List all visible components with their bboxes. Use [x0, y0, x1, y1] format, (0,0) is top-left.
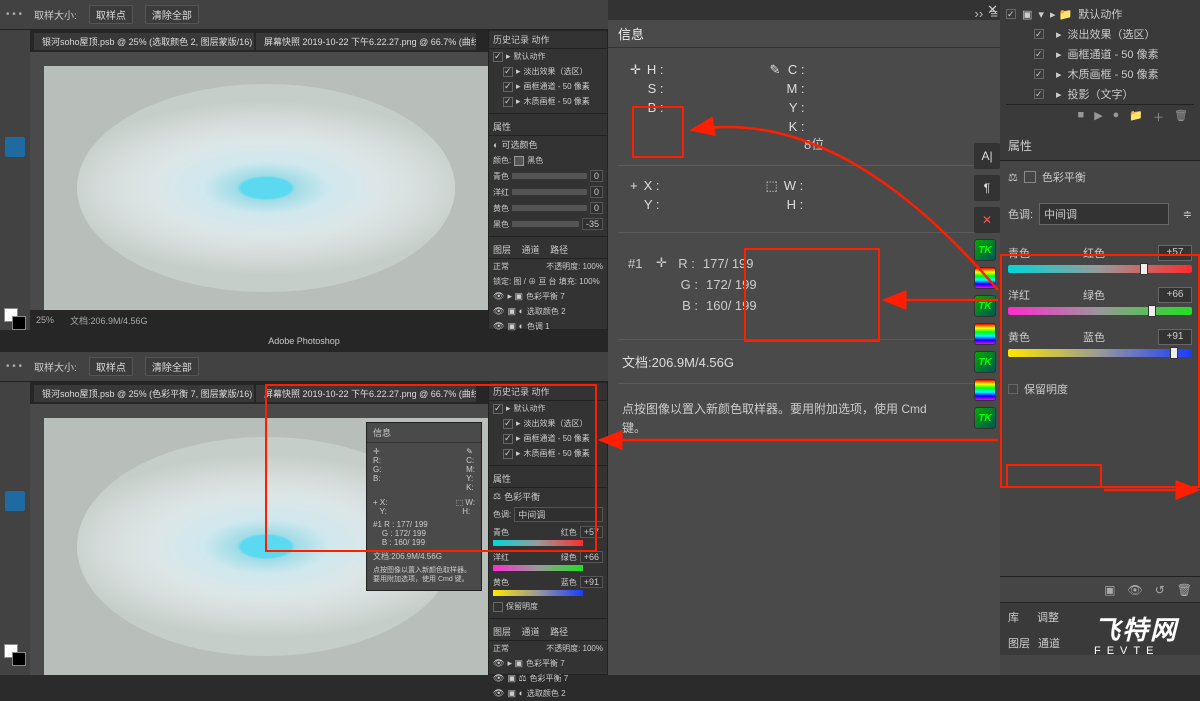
yellow-blue-slider[interactable]	[1008, 349, 1192, 357]
tk-rainbow-icon[interactable]	[974, 323, 996, 345]
left-toolbar	[0, 30, 30, 330]
library-tab[interactable]: 库	[1008, 609, 1019, 625]
actions-default[interactable]: 默认动作	[1078, 6, 1122, 22]
tk-plugin-icon[interactable]: TK	[974, 295, 996, 317]
eyedropper-icon: ✛	[630, 62, 641, 134]
tone-dropdown[interactable]: 中间调	[1039, 203, 1169, 225]
properties-column: ▣▾▸ 📁默认动作 ▸淡出效果（选区） ▸画框通道 - 50 像素 ▸木质画框 …	[1000, 0, 1200, 675]
dimensions-icon: ⬚	[766, 178, 778, 212]
tk-plugin-icon[interactable]: TK	[974, 239, 996, 261]
menu-icon[interactable]: ≡	[990, 6, 998, 21]
color-swatches[interactable]	[4, 308, 26, 330]
new-action-icon[interactable]: ＋	[1153, 109, 1164, 125]
layer-row: 👁▣ ◐选取颜色 2	[489, 686, 607, 701]
layer-row: 👁▣ ⚖色彩平衡 7	[489, 671, 607, 686]
layer-row: 👁▣ ◐色调 1	[489, 319, 607, 334]
clip-icon[interactable]: ▣	[1104, 583, 1115, 597]
properties-title: 属性	[1000, 131, 1200, 161]
slider-red-label: 红色	[1083, 245, 1105, 261]
info-hint: 点按图像以置入新颜色取样器。要用附加选项，使用 Cmd 键。	[608, 388, 948, 444]
action-fade[interactable]: 淡出效果（选区）	[1068, 26, 1156, 42]
action-wood[interactable]: 木质画框 - 50 像素	[1068, 66, 1159, 82]
trash-icon[interactable]: 🗑	[1174, 109, 1188, 125]
magenta-green-slider[interactable]	[1008, 307, 1192, 315]
canvas-bot[interactable]: 信息 ✛R:G:B: ✎C:M:Y:K: + X: Y:⬚ W: H: #1 R…	[44, 418, 488, 675]
info-panel-mini: 信息 ✛R:G:B: ✎C:M:Y:K: + X: Y:⬚ W: H: #1 R…	[366, 422, 482, 591]
balance-icon: ⚖	[1008, 171, 1018, 184]
actions-panel-header: 历史记录 动作	[489, 31, 607, 49]
stop-icon[interactable]: ■	[1078, 109, 1085, 125]
ruler-horizontal	[44, 52, 488, 66]
sample-size-label: 取样大小:	[34, 7, 77, 22]
eyedropper-icon: ✎	[770, 62, 781, 134]
preserve-luminosity-label: 保留明度	[1024, 381, 1068, 397]
sample-g-value: 172/ 199	[706, 277, 757, 292]
sample-size-dropdown[interactable]: 取样点	[89, 5, 133, 24]
type-panel-icon[interactable]: A|	[974, 143, 1000, 169]
position-icon: +	[630, 178, 638, 212]
layers-panel-header: 图层 通道 路径	[489, 241, 607, 259]
eye-icon[interactable]: 👁	[1127, 583, 1142, 597]
color-sampler-tool-icon[interactable]	[5, 137, 25, 157]
doc-tab-2[interactable]: 屏幕快照 2019-10-22 下午6.22.27.png @ 66.7% (曲…	[256, 33, 476, 50]
eyedropper-icon: ✛	[656, 255, 667, 271]
zoom-level[interactable]: 25%	[36, 315, 54, 325]
doc-size: 文档:206.9M/4.56G	[608, 344, 1006, 379]
preserve-luminosity-checkbox[interactable]	[1008, 384, 1018, 394]
left-toolbar-bot	[0, 382, 30, 675]
layer-row: 👁▸ ▣色彩平衡 7	[489, 289, 607, 304]
bit-depth: 8位	[608, 134, 1006, 153]
sample-b-value: 160/ 199	[706, 298, 757, 313]
collapse-icon[interactable]: ››	[975, 6, 984, 21]
doc-tab-1[interactable]: 银河soho屋顶.psb @ 25% (选取颜色 2, 图层蒙版/16) ...	[34, 33, 254, 50]
tk-plugin-icon[interactable]: TK	[974, 351, 996, 373]
trash-icon[interactable]: 🗑	[1177, 583, 1192, 597]
tk-rainbow-icon[interactable]	[974, 267, 996, 289]
new-folder-icon[interactable]: 📁	[1129, 109, 1143, 125]
slider-cr-value[interactable]: +57	[1158, 245, 1192, 261]
layer-row: 👁▣ ◐选取颜色 2	[489, 304, 607, 319]
ruler-vertical	[30, 52, 44, 310]
cyan-red-slider[interactable]	[1008, 265, 1192, 273]
reset-icon[interactable]: ↺	[1155, 583, 1165, 597]
action-frame[interactable]: 画框通道 - 50 像素	[1068, 46, 1159, 62]
color-sampler-tool-icon[interactable]	[5, 491, 25, 511]
doc-info: 文档:206.9M/4.56G	[70, 314, 148, 327]
sample-index: #1	[628, 256, 648, 271]
canvas-top[interactable]	[44, 66, 488, 310]
close-panel-icon[interactable]: ✕	[974, 207, 1000, 233]
info-panel-title: 信息	[618, 24, 644, 43]
sample-r-value: 177/ 199	[703, 256, 754, 271]
tk-rainbow-icon[interactable]	[974, 379, 996, 401]
tk-plugin-icon[interactable]: TK	[974, 407, 996, 429]
color-sample-1: #1 ✛ R : 177/ 199 G : 172/ 199 B : 160/ …	[622, 245, 882, 329]
tone-label: 色调:	[1008, 206, 1033, 222]
paragraph-panel-icon[interactable]: ¶	[974, 175, 1000, 201]
slider-cyan-label: 青色	[1008, 245, 1030, 261]
record-icon[interactable]: ●	[1113, 109, 1120, 125]
app-title: Adobe Photoshop	[268, 336, 340, 346]
slider-mg-value[interactable]: +66	[1158, 287, 1192, 303]
info-primary-readout: ✛ H : S : B : ✎ C : M : Y : K :	[608, 48, 1006, 142]
clear-all-button[interactable]: 清除全部	[145, 5, 199, 24]
adjustment-name: 色彩平衡	[1042, 169, 1086, 185]
info-panel: ✕ 信息 ›› ≡ ✛ H : S : B : ✎ C : M : Y : K …	[608, 0, 1006, 675]
adjustments-tab[interactable]: 调整	[1037, 609, 1059, 625]
fevte-logo: 飞特网 FEVTE	[1094, 610, 1178, 657]
options-bar-top: • • • 取样大小: 取样点 清除全部	[0, 0, 608, 30]
play-icon[interactable]: ▶	[1094, 109, 1102, 125]
options-bar-bot: • • • 取样大小: 取样点 清除全部	[0, 352, 608, 382]
document-tabs-top: 银河soho屋顶.psb @ 25% (选取颜色 2, 图层蒙版/16) ...…	[30, 30, 488, 52]
layer-row: 👁▸ ▣色彩平衡 7	[489, 656, 607, 671]
slider-yb-value[interactable]: +91	[1158, 329, 1192, 345]
